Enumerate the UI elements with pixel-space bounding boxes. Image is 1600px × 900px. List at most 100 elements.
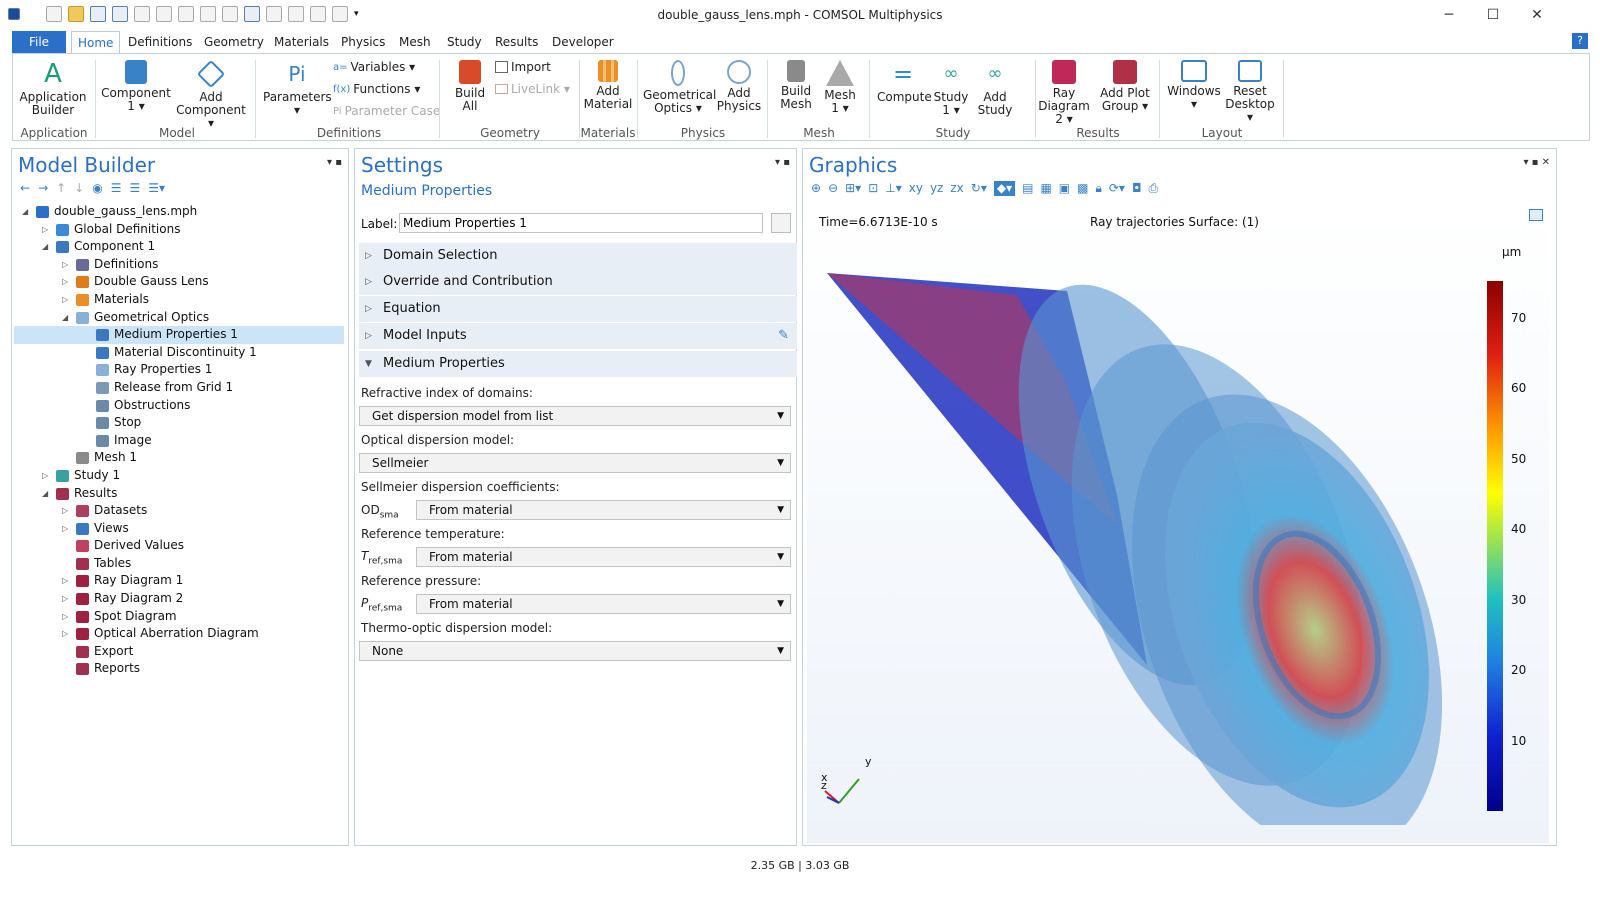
down-arrow-icon[interactable]: ↓ <box>74 181 84 195</box>
tree-item[interactable]: ▷ Study 1 <box>14 467 344 485</box>
tab-developer[interactable]: Developer <box>546 31 620 53</box>
collapse-toggle-icon[interactable]: ◢ <box>22 203 32 221</box>
graphics-options-icon[interactable] <box>1529 209 1543 221</box>
thermo-optic-select[interactable]: None ▼ <box>359 641 791 661</box>
graphics-pane-controls[interactable]: ▾ ▪ ✕ <box>1523 157 1550 168</box>
tree-item[interactable]: ▷ Materials <box>14 291 344 309</box>
windows-button[interactable]: Windows ▾ <box>1167 60 1221 111</box>
tree-item[interactable]: Stop <box>14 414 344 432</box>
reset-desktop-button[interactable]: Reset Desktop ▾ <box>1223 60 1277 124</box>
transparency-icon[interactable]: ▣ <box>1059 181 1070 196</box>
tree-item[interactable]: Derived Values <box>14 537 344 555</box>
tree-item[interactable]: ▷ Views <box>14 520 344 538</box>
zoom-box-icon[interactable]: ⊞▾ <box>845 181 861 196</box>
tree-item[interactable]: Release from Grid 1 <box>14 379 344 397</box>
view-xy-icon[interactable]: xy <box>909 181 923 196</box>
collapse-toggle-icon[interactable]: ◢ <box>62 309 72 327</box>
tree-item[interactable]: ▷ Ray Diagram 1 <box>14 572 344 590</box>
ray-diagram-button[interactable]: Ray Diagram 2 ▾ <box>1037 60 1091 126</box>
tree-item[interactable]: ◢ Geometrical Optics <box>14 309 344 327</box>
tab-definitions[interactable]: Definitions <box>122 31 198 53</box>
tree-item[interactable]: ▷ Spot Diagram <box>14 608 344 626</box>
parameters-button[interactable]: Pi Parameters ▾ <box>263 60 332 117</box>
build-all-button[interactable]: Build All <box>447 60 493 113</box>
tree-item[interactable]: Export <box>14 643 344 661</box>
livelink-button[interactable]: LiveLink ▾ <box>495 82 570 96</box>
show-icon[interactable]: ◉ <box>92 181 102 195</box>
view-axes-icon[interactable]: ⊥▾ <box>885 181 901 196</box>
close-button[interactable]: ✕ <box>1522 4 1552 26</box>
section-equation[interactable]: ▷ Equation <box>359 296 797 322</box>
maximize-button[interactable]: ☐ <box>1478 4 1508 26</box>
optical-dispersion-select[interactable]: Sellmeier ▼ <box>359 453 791 473</box>
tree-item[interactable]: ◢ Component 1 <box>14 238 344 256</box>
tree-item[interactable]: Image <box>14 432 344 450</box>
expand-toggle-icon[interactable]: ▷ <box>62 572 72 590</box>
add-physics-button[interactable]: Add Physics <box>715 60 763 113</box>
add-component-button[interactable]: Add Component ▾ <box>173 59 249 130</box>
add-plot-group-button[interactable]: Add Plot Group ▾ <box>1099 60 1151 113</box>
tree-item[interactable]: ◢ Results <box>14 485 344 503</box>
add-material-button[interactable]: Add Material <box>583 60 633 111</box>
tree-item[interactable]: ▷ Ray Diagram 2 <box>14 590 344 608</box>
expand-icon[interactable]: ☰ <box>111 181 122 195</box>
tree-item[interactable]: ▷ Datasets <box>14 502 344 520</box>
tree-item[interactable]: ▷ Global Definitions <box>14 221 344 239</box>
settings-pane-controls[interactable]: ▾ ▪ <box>775 157 790 168</box>
tree-item[interactable]: Tables <box>14 555 344 573</box>
tree-item[interactable]: Reports <box>14 660 344 678</box>
mesh-button[interactable]: Mesh 1 ▾ <box>819 60 861 115</box>
add-study-button[interactable]: ∞ Add Study <box>975 60 1015 117</box>
application-builder-button[interactable]: A Application Builder <box>15 60 91 117</box>
selection-mode-icon[interactable]: ◆▾ <box>993 181 1016 196</box>
zoom-in-icon[interactable]: ⊕ <box>811 181 821 196</box>
study-button[interactable]: ∞ Study 1 ▾ <box>931 60 971 117</box>
expand-toggle-icon[interactable]: ▷ <box>62 502 72 520</box>
expand-toggle-icon[interactable]: ▷ <box>62 291 72 309</box>
view-zx-icon[interactable]: zx <box>950 181 963 196</box>
functions-button[interactable]: f(x) Functions ▾ <box>333 82 420 96</box>
zoom-extents-icon[interactable]: ⊡ <box>868 181 878 196</box>
compute-button[interactable]: = Compute <box>877 60 932 104</box>
tab-file[interactable]: File <box>12 31 66 53</box>
scene-light-icon[interactable]: ▩ <box>1077 181 1088 196</box>
back-arrow-icon[interactable]: ← <box>20 181 30 195</box>
variables-button[interactable]: a= Variables ▾ <box>333 60 415 74</box>
camera-icon[interactable]: ◘ <box>1132 181 1142 196</box>
tab-materials[interactable]: Materials <box>268 31 335 53</box>
forward-arrow-icon[interactable]: → <box>38 181 48 195</box>
collapse-toggle-icon[interactable]: ◢ <box>42 238 52 256</box>
collapse-toggle-icon[interactable]: ◢ <box>42 485 52 503</box>
expand-toggle-icon[interactable]: ▷ <box>62 625 72 643</box>
lock-icon[interactable]: 🔒︎ <box>1095 181 1101 196</box>
grid-icon[interactable]: ▦ <box>1040 181 1051 196</box>
tree-item[interactable]: ▷ Double Gauss Lens <box>14 273 344 291</box>
expand-toggle-icon[interactable]: ▷ <box>62 590 72 608</box>
label-input[interactable] <box>399 213 763 233</box>
graphics-canvas[interactable]: Time=6.6713E-10 s Ray trajectories Surfa… <box>807 207 1549 843</box>
tree-item[interactable]: Medium Properties 1 <box>14 326 344 344</box>
expand-toggle-icon[interactable]: ▷ <box>62 273 72 291</box>
label-edit-button[interactable] <box>771 213 791 233</box>
expand-toggle-icon[interactable]: ▷ <box>62 256 72 274</box>
od-select[interactable]: From material ▼ <box>416 500 791 520</box>
tree-item[interactable]: Material Discontinuity 1 <box>14 344 344 362</box>
tab-home[interactable]: Home <box>71 31 121 53</box>
tab-physics[interactable]: Physics <box>335 31 391 53</box>
parameter-case-button[interactable]: Pi Parameter Case <box>333 104 440 118</box>
print-icon[interactable]: ⎙ <box>1148 181 1158 196</box>
tab-geometry[interactable]: Geometry <box>198 31 270 53</box>
model-builder-pane-controls[interactable]: ▾ ▪ <box>327 157 342 168</box>
component-button[interactable]: Component 1 ▾ <box>99 60 173 113</box>
tab-results[interactable]: Results <box>489 31 544 53</box>
build-mesh-button[interactable]: Build Mesh <box>775 60 817 111</box>
tab-study[interactable]: Study <box>441 31 488 53</box>
expand-toggle-icon[interactable]: ▷ <box>62 520 72 538</box>
ref-temp-select[interactable]: From material ▼ <box>416 547 791 567</box>
collapse-icon[interactable]: ☰ <box>130 181 141 195</box>
expand-toggle-icon[interactable]: ▷ <box>42 467 52 485</box>
section-domain-selection[interactable]: ▷ Domain Selection <box>359 243 797 269</box>
tree-item[interactable]: Ray Properties 1 <box>14 361 344 379</box>
help-button[interactable]: ? <box>1572 33 1588 49</box>
expand-toggle-icon[interactable]: ▷ <box>62 608 72 626</box>
